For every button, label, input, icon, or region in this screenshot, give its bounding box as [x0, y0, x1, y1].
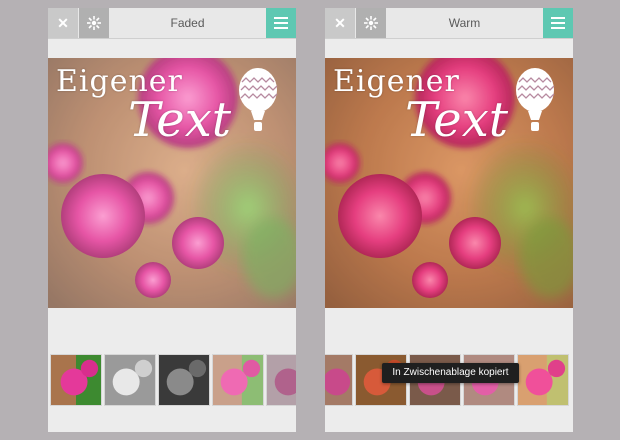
close-icon: ✕: [334, 14, 346, 31]
clipboard-toast: In Zwischenablage kopiert: [382, 363, 519, 383]
close-icon: ✕: [57, 14, 69, 31]
filter-thumbnail-strip: In Zwischenablage kopiert: [325, 354, 573, 408]
filter-thumbnail[interactable]: [325, 354, 353, 406]
overlay-text-line2[interactable]: Text: [128, 92, 231, 148]
aperture-icon: [364, 16, 378, 30]
photo-canvas[interactable]: Eigener Text: [48, 58, 296, 308]
overlay-text-line2[interactable]: Text: [405, 92, 508, 148]
filter-button[interactable]: [79, 8, 109, 38]
hamburger-menu-icon: [274, 17, 288, 29]
balloon-icon[interactable]: [238, 68, 278, 140]
phone-screen-warm: ✕ Warm Eigener Text In Zwischenablage ko…: [325, 8, 573, 432]
filter-button[interactable]: [356, 8, 386, 38]
hamburger-menu-icon: [551, 17, 565, 29]
close-button[interactable]: ✕: [325, 8, 355, 38]
menu-button[interactable]: [266, 8, 296, 38]
filter-thumbnail[interactable]: [104, 354, 156, 406]
phone-screen-faded: ✕ Faded Eigener Text: [48, 8, 296, 432]
top-toolbar: ✕ Faded: [48, 8, 296, 39]
filter-thumbnail[interactable]: [517, 354, 569, 406]
photo-canvas[interactable]: Eigener Text: [325, 58, 573, 308]
filter-title: Faded: [170, 16, 205, 30]
filter-thumbnail[interactable]: [212, 354, 264, 406]
filter-thumbnail[interactable]: [50, 354, 102, 406]
close-button[interactable]: ✕: [48, 8, 78, 38]
top-toolbar: ✕ Warm: [325, 8, 573, 39]
balloon-icon[interactable]: [515, 68, 555, 140]
menu-button[interactable]: [543, 8, 573, 38]
filter-thumbnail[interactable]: [266, 354, 296, 406]
filter-title: Warm: [448, 16, 481, 30]
filter-thumbnail-strip: [48, 354, 296, 408]
filter-thumbnail[interactable]: [158, 354, 210, 406]
aperture-icon: [87, 16, 101, 30]
